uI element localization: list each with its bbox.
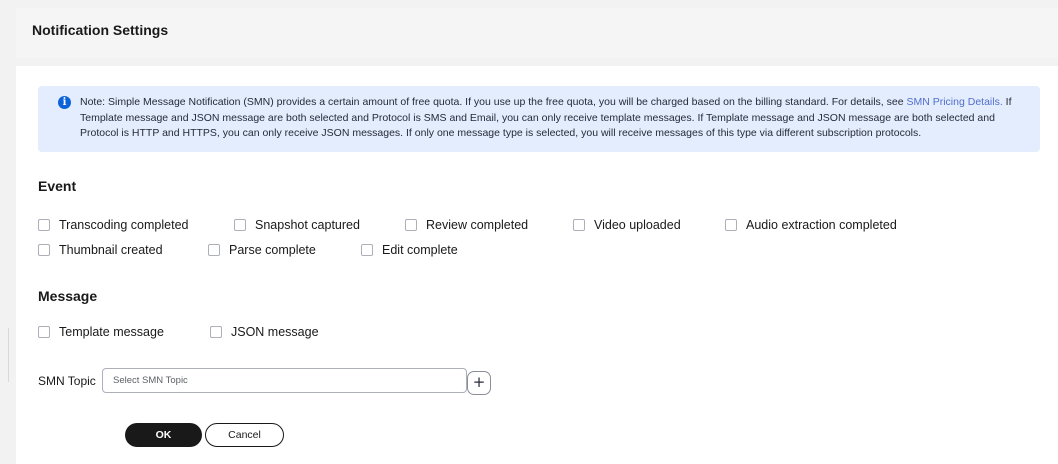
checkbox-template-message[interactable]: Template message <box>38 325 164 339</box>
checkbox-video-uploaded[interactable]: Video uploaded <box>573 218 681 232</box>
cancel-button[interactable]: Cancel <box>205 423 284 447</box>
checkbox-box[interactable] <box>38 326 50 338</box>
smn-topic-select[interactable] <box>102 368 467 393</box>
checkbox-label: Transcoding completed <box>59 218 189 232</box>
checkbox-box[interactable] <box>725 219 737 231</box>
settings-card: i Note: Simple Message Notification (SMN… <box>16 66 1058 464</box>
left-edge-divider <box>8 328 9 382</box>
checkbox-label: Video uploaded <box>594 218 681 232</box>
checkbox-box[interactable] <box>405 219 417 231</box>
checkbox-box[interactable] <box>573 219 585 231</box>
add-topic-button[interactable]: + <box>467 371 491 395</box>
checkbox-box[interactable] <box>208 244 220 256</box>
info-icon: i <box>58 96 71 109</box>
checkbox-label: Edit complete <box>382 243 458 257</box>
checkbox-label: Audio extraction completed <box>746 218 897 232</box>
checkbox-label: JSON message <box>231 325 319 339</box>
notice-text-part1: Note: Simple Message Notification (SMN) … <box>80 96 907 108</box>
checkbox-audio-extraction-completed[interactable]: Audio extraction completed <box>725 218 897 232</box>
checkbox-snapshot-captured[interactable]: Snapshot captured <box>234 218 360 232</box>
checkbox-label: Template message <box>59 325 164 339</box>
checkbox-thumbnail-created[interactable]: Thumbnail created <box>38 243 163 257</box>
smn-pricing-link[interactable]: SMN Pricing Details. <box>906 96 1002 108</box>
checkbox-label: Parse complete <box>229 243 316 257</box>
checkbox-transcoding-completed[interactable]: Transcoding completed <box>38 218 188 232</box>
checkbox-edit-complete[interactable]: Edit complete <box>361 243 458 257</box>
checkbox-box[interactable] <box>38 219 50 231</box>
smn-topic-label: SMN Topic <box>38 374 96 388</box>
notice-banner: i Note: Simple Message Notification (SMN… <box>38 86 1040 152</box>
page-title: Notification Settings <box>32 22 169 38</box>
checkbox-parse-complete[interactable]: Parse complete <box>208 243 316 257</box>
checkbox-box[interactable] <box>234 219 246 231</box>
ok-button[interactable]: OK <box>125 423 202 447</box>
event-section-title: Event <box>38 178 77 194</box>
checkbox-box[interactable] <box>210 326 222 338</box>
checkbox-label: Review completed <box>426 218 529 232</box>
checkbox-json-message[interactable]: JSON message <box>210 325 319 339</box>
checkbox-label: Snapshot captured <box>255 218 360 232</box>
checkbox-box[interactable] <box>38 244 50 256</box>
message-section-title: Message <box>38 288 98 304</box>
checkbox-box[interactable] <box>361 244 373 256</box>
checkbox-review-completed[interactable]: Review completed <box>405 218 528 232</box>
page-header: Notification Settings <box>16 8 1058 58</box>
checkbox-label: Thumbnail created <box>59 243 163 257</box>
